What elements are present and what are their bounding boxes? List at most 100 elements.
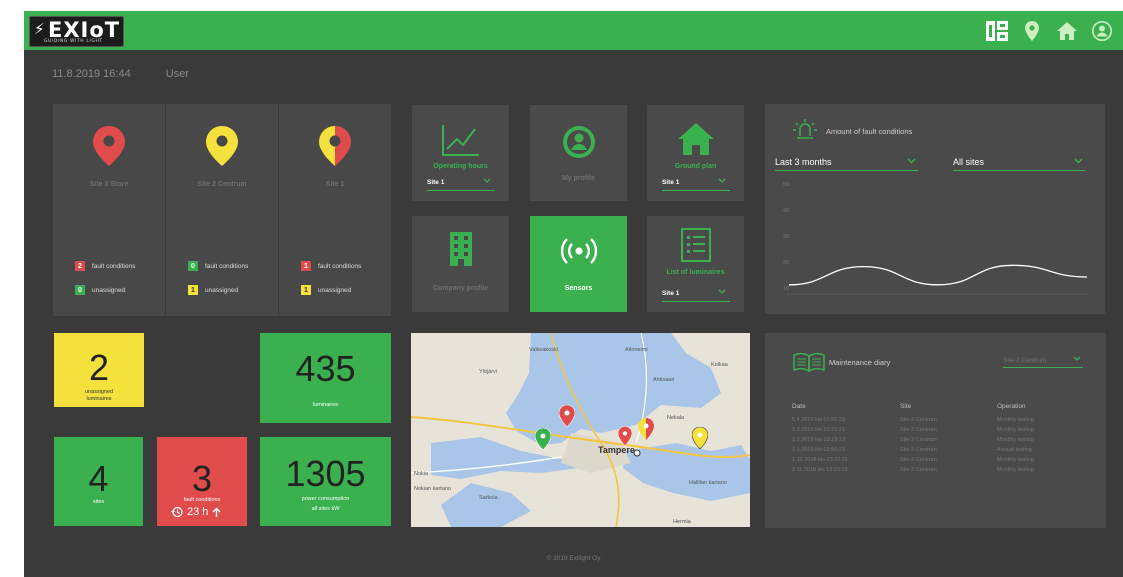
site-card-site-2-centrum[interactable]: Site 2 Centrum 0 fault conditions 1 unas… — [166, 104, 278, 316]
diary-site-value: Site 2 Centrum — [1003, 357, 1047, 364]
power-consumption-tile[interactable]: 1305 power consumption all sites kW — [260, 437, 391, 526]
list-icon — [647, 228, 744, 262]
site-card-site-1[interactable]: Site 1 1 fault conditions 1 unassigned — [279, 104, 391, 316]
sites-map[interactable]: Valkeakoski Ylöjärvi Aitoneimi Kulkaa Ah… — [411, 333, 750, 527]
map-pin-red-icon[interactable] — [617, 426, 633, 451]
unassigned-count-badge: 0 — [75, 285, 85, 295]
map-pin-yellow-icon[interactable] — [691, 426, 709, 454]
luminaires-tile[interactable]: 435 luminaires — [260, 333, 391, 423]
diary-date: 1.12.2018 klo 23:22:21 — [792, 457, 848, 463]
company-profile-card[interactable]: Company profile — [412, 216, 509, 312]
sensors-card[interactable]: Sensors — [530, 216, 627, 312]
map-label: Sarkola — [479, 495, 498, 501]
operating-hours-card[interactable]: Operating hours Site 1 — [412, 105, 509, 201]
diary-site: Site 2 Centrum — [900, 447, 937, 453]
diary-date: 1.3.2019 klo 23:22:21 — [792, 427, 845, 433]
power-consumption-value: 1305 — [285, 453, 366, 494]
diary-title: Maintenance diary — [829, 358, 891, 367]
column-header-operation[interactable]: Operation — [997, 401, 1034, 415]
user-circle-icon[interactable] — [1091, 20, 1113, 42]
user-circle-icon — [530, 125, 627, 159]
map-label: Aitoneimi — [625, 347, 648, 353]
unassigned-luminaires-label-2: luminaires — [86, 396, 112, 402]
operating-hours-site-select[interactable]: Site 1 — [427, 178, 495, 191]
luminaires-label: luminaires — [312, 402, 339, 408]
line-chart-icon — [412, 123, 509, 157]
power-consumption-label-2: all sites kW — [311, 506, 340, 512]
map-label: Valkeakoski — [529, 347, 558, 353]
ground-plan-site-select[interactable]: Site 1 — [662, 178, 730, 191]
chevron-down-icon — [718, 178, 726, 186]
red-pin-icon — [93, 126, 125, 171]
sub-header: 11.8.2019 16:44 User — [52, 68, 221, 80]
operating-hours-site-value: Site 1 — [427, 179, 445, 186]
exiot-logo[interactable]: ⚡ EXIoT GUIDING WITH LIGHT — [29, 16, 124, 47]
diary-operation: Monthly testing — [997, 457, 1034, 463]
unassigned-row: 0 unassigned — [75, 285, 125, 295]
diary-operation: Monthly testing — [997, 427, 1034, 433]
unassigned-row: 1 unassigned — [301, 285, 351, 295]
logo-tagline: GUIDING WITH LIGHT — [44, 39, 103, 44]
diary-site: Site 2 Centrum — [900, 427, 937, 433]
diary-row[interactable]: 3.1.2019 klo 01:56:23 Site 2 Centrum Ann… — [792, 445, 1034, 455]
diary-operation: Monthly testing — [997, 417, 1034, 423]
fault-conditions-panel: Amount of fault conditions Last 3 months… — [765, 104, 1105, 314]
map-label: Kulkaa — [711, 362, 728, 368]
fault-row: 1 fault conditions — [301, 261, 361, 271]
fault-count-badge: 0 — [188, 261, 198, 271]
layout-grid-icon[interactable] — [986, 20, 1008, 42]
fault-label: fault conditions — [205, 262, 249, 270]
top-icons — [986, 20, 1113, 42]
map-pin-green-icon[interactable] — [534, 427, 552, 455]
sites-value: 4 — [88, 458, 109, 499]
fault-label: fault conditions — [92, 262, 136, 270]
yellow-pin-icon — [206, 126, 238, 171]
sensors-label: Sensors — [564, 285, 593, 292]
diary-row[interactable]: 3.11.2018 klo 13:23:13 Site 2 Centrum Mo… — [792, 465, 1034, 475]
my-profile-card[interactable]: My profile — [530, 105, 627, 201]
diary-row[interactable]: 1.3.2019 klo 23:22:21 Site 2 Centrum Mon… — [792, 425, 1034, 435]
map-label: Nokia — [414, 471, 429, 477]
sites-tile[interactable]: 4 sites — [54, 437, 143, 526]
unassigned-luminaires-tile[interactable]: 2 unassigned luminaires — [54, 333, 144, 407]
fault-conditions-value: 3 — [191, 458, 213, 499]
footer-copyright: © 2019 Exilight Oy — [546, 555, 601, 562]
unassigned-label: unassigned — [205, 286, 239, 294]
maintenance-diary-panel: Maintenance diary Site 2 Centrum Date Si… — [765, 333, 1106, 528]
column-header-date[interactable]: Date — [792, 401, 900, 415]
ground-plan-card[interactable]: Ground plan Site 1 — [647, 105, 744, 201]
fault-line-chart — [787, 264, 1089, 295]
diary-site: Site 2 Centrum — [900, 417, 937, 423]
fault-count-badge: 1 — [301, 261, 311, 271]
site-card-site-3-store[interactable]: Site 3 Store 2 fault conditions 0 unassi… — [53, 104, 165, 316]
fault-row: 2 fault conditions — [75, 261, 135, 271]
site-name: Site 3 Store — [89, 181, 129, 188]
list-of-luminaires-card[interactable]: List of luminaires Site 1 — [647, 216, 744, 312]
diary-row[interactable]: 3.2.2019 klo 13:23:13 Site 2 Centrum Mon… — [792, 435, 1034, 445]
diary-site-select[interactable]: Site 2 Centrum — [1003, 356, 1083, 368]
location-pin-icon[interactable] — [1021, 20, 1043, 42]
luminaires-site-value: Site 1 — [662, 290, 680, 297]
current-user[interactable]: User — [166, 68, 189, 80]
diary-site: Site 2 Centrum — [900, 467, 937, 473]
home-icon[interactable] — [1056, 20, 1078, 42]
company-profile-label: Company profile — [432, 285, 489, 292]
map-pin-red-icon[interactable] — [558, 404, 576, 432]
diary-date: 5.4.2019 klo 01:56:23 — [792, 417, 845, 423]
diary-header-row: Date Site Operation — [792, 401, 1034, 415]
fault-series-line — [788, 264, 1088, 286]
diary-row[interactable]: 5.4.2019 klo 01:56:23 Site 2 Centrum Mon… — [792, 415, 1034, 425]
map-pin-split-icon[interactable] — [638, 418, 654, 445]
operating-hours-label: Operating hours — [433, 163, 488, 170]
diary-operation: Annual testing — [997, 447, 1032, 453]
map-label: Nekala — [667, 415, 685, 421]
dashboard-app: ⚡ EXIoT GUIDING WITH LIGHT 11.8.2019 16:… — [24, 11, 1123, 577]
unassigned-luminaires-value: 2 — [88, 347, 110, 388]
fault-conditions-tile[interactable]: 3 fault conditions 23 h — [157, 437, 247, 526]
home-icon — [647, 123, 744, 155]
diary-row[interactable]: 1.12.2018 klo 23:22:21 Site 2 Centrum Mo… — [792, 455, 1034, 465]
chevron-down-icon — [483, 178, 491, 186]
fault-conditions-label: fault conditions — [183, 497, 221, 503]
column-header-site[interactable]: Site — [900, 401, 997, 415]
luminaires-site-select[interactable]: Site 1 — [662, 289, 730, 302]
